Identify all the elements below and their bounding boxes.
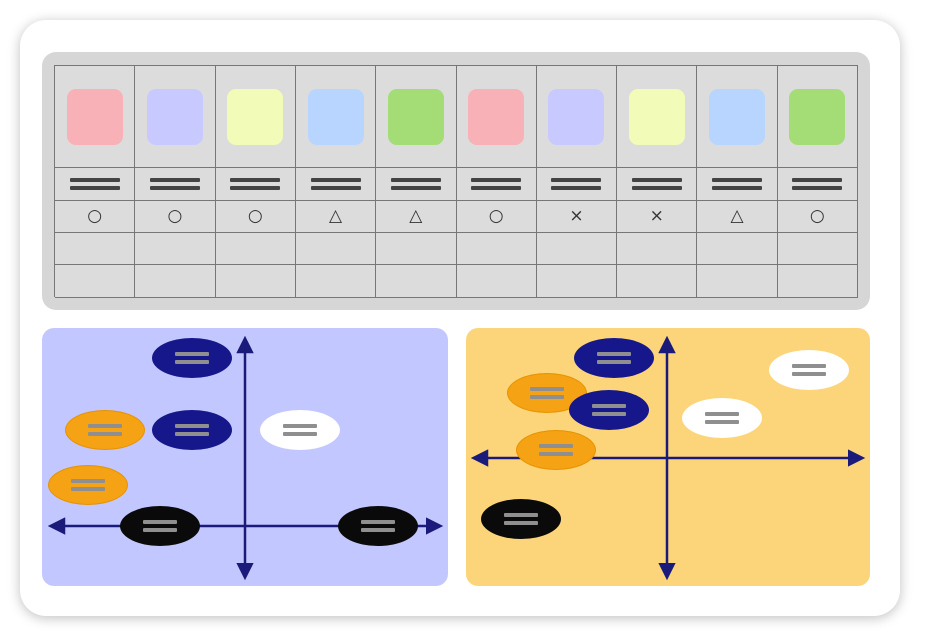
map-item-black [338, 506, 418, 546]
map-item-navy [574, 338, 654, 378]
map-item-navy [152, 410, 232, 450]
map-item-black [120, 506, 200, 546]
map-item-navy [569, 390, 649, 430]
map-item-navy [152, 338, 232, 378]
map-item-orange [516, 430, 596, 470]
map-item-black [481, 499, 561, 539]
map-item-white [769, 350, 849, 390]
map-item-orange [65, 410, 145, 450]
quadrant-axes [47, 335, 866, 581]
map-item-orange [48, 465, 128, 505]
map-item-white [260, 410, 340, 450]
map-item-white [682, 398, 762, 438]
